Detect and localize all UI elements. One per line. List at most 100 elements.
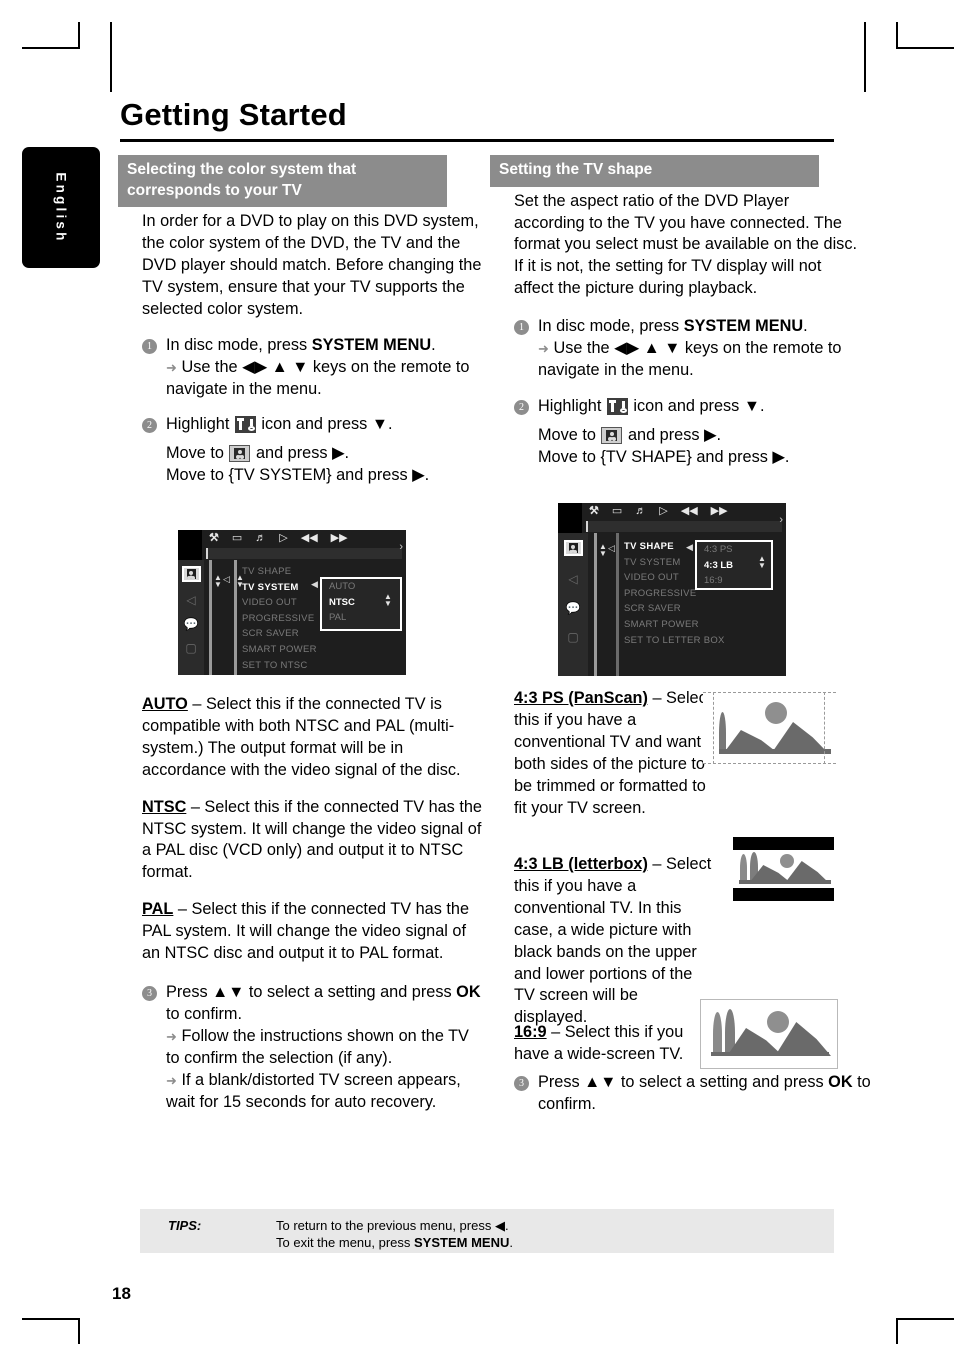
arrow-glyph: ➜ xyxy=(538,341,549,357)
audio-icon: ◁ xyxy=(568,572,578,586)
tips-bar: TIPS: To return to the previous menu, pr… xyxy=(140,1209,834,1253)
ground-icon xyxy=(739,880,831,884)
step-3-line2: Follow the instructions shown on the TV … xyxy=(166,1026,469,1067)
step-1-line2: Use the ◀▶ ▲ ▼ keys on the remote to nav… xyxy=(166,357,470,398)
left-caret-icon: ◁ xyxy=(223,574,230,584)
section-title-tv-shape: Setting the TV shape xyxy=(490,155,819,187)
osd-menu-divider xyxy=(616,533,619,676)
step-1r-line1-pre: In disc mode, press xyxy=(538,317,684,336)
osd-toolbar-icons: ⚒ ▭ ♬ ▷ ◀◀ ▶▶ xyxy=(586,503,786,520)
step-2-move2: Move to {TV SYSTEM} and press ▶. xyxy=(166,466,430,485)
osd-menu-item-set-to-ntsc[interactable]: SET TO NTSC xyxy=(242,658,317,674)
option-auto-term: AUTO xyxy=(142,695,188,713)
step-3-right: 3 Press ▲▼ to select a setting and press… xyxy=(514,1072,881,1116)
step-2-move: Move to and press ▶. Move to {TV SYSTEM}… xyxy=(166,443,485,487)
step-1r-line1: In disc mode, press SYSTEM MENU. ➜ Use t… xyxy=(538,316,857,382)
letterbox-band-top xyxy=(733,837,834,850)
option-panscan-term: 4:3 PS (PanScan) xyxy=(514,689,648,707)
osd-menu-item-scr-saver[interactable]: SCR SAVER xyxy=(624,601,725,617)
tips-system-menu: SYSTEM MENU xyxy=(414,1235,510,1250)
step-2-highlight: Highlight icon and press ▼. xyxy=(166,414,485,436)
tools-icon: ⚒ xyxy=(589,505,599,517)
osd-toolbar-spacer xyxy=(178,530,202,560)
osd-menu-item-scr-saver[interactable]: SCR SAVER xyxy=(242,626,317,642)
option-panscan-text: – Select this if you have a conventional… xyxy=(514,689,712,817)
play-icon: ▷ xyxy=(659,505,668,517)
scroll-spinner-icon: ▲ ▼ xyxy=(599,542,607,558)
color-system-intro: In order for a DVD to play on this DVD s… xyxy=(142,212,482,318)
step-number: 2 xyxy=(142,418,157,434)
osd-rail-divider xyxy=(594,533,597,676)
step-2r-move: Move to and press ▶. Move to {TV SHAPE} … xyxy=(538,425,857,469)
option-auto: AUTO – Select this if the connected TV i… xyxy=(142,694,485,782)
step-3r-ok: OK xyxy=(828,1073,853,1091)
option-pal-text: – Select this if the connected TV has th… xyxy=(142,900,470,963)
tools-icon: ⚒ xyxy=(209,532,219,544)
left-column: Selecting the color system that correspo… xyxy=(118,155,485,487)
option-pal: PAL – Select this if the connected TV ha… xyxy=(142,899,485,965)
crop-mark-tl-h xyxy=(22,47,80,49)
step-1-line1-pre: In disc mode, press xyxy=(166,335,312,354)
crop-line-right xyxy=(824,692,825,764)
option-letterbox: 4:3 LB (letterbox) – Select this if you … xyxy=(514,854,714,1029)
osd-menu-item-smart-power[interactable]: SMART POWER xyxy=(624,617,725,633)
rewind-icon: ◀◀ xyxy=(300,532,318,544)
osd-toolbar-spacer xyxy=(558,503,582,533)
option-letterbox-block: 4:3 LB (letterbox) – Select this if you … xyxy=(514,850,714,1029)
crop-mark-tr-h xyxy=(896,47,954,49)
step-3-line3: If a blank/distorted TV screen appears, … xyxy=(166,1070,461,1111)
chevron-right-icon: › xyxy=(399,541,403,553)
menu-scroll-spinner-icon: ▲ ▼ xyxy=(236,573,244,589)
panscan-scene xyxy=(703,692,836,764)
osd-menu-item-smart-power[interactable]: SMART POWER xyxy=(242,642,317,658)
step-3-ok: OK xyxy=(456,982,481,1001)
display-icon xyxy=(601,426,623,444)
forward-icon: ▶▶ xyxy=(710,505,728,517)
letterbox-scene xyxy=(733,850,834,888)
arrow-glyph: ➜ xyxy=(166,1072,177,1088)
step-3-lines: Press ▲▼ to select a setting and press O… xyxy=(166,982,485,1113)
step-1r-system-menu: SYSTEM MENU xyxy=(683,317,804,336)
popup-left-caret-icon: ◀ xyxy=(311,579,318,589)
osd-menu-item-tv-system[interactable]: TV SYSTEM xyxy=(242,580,317,596)
step-2-right: 2 Highlight icon and press ▼. Move to an… xyxy=(514,396,857,469)
step-2-left: 2 Highlight icon and press ▼. Move to an… xyxy=(142,414,485,487)
option-widescreen-term: 16:9 xyxy=(514,1023,547,1041)
osd-toolbar-subbar xyxy=(586,521,782,532)
osd-menu-item-progressive[interactable]: PROGRESSIVE xyxy=(242,611,317,627)
title-divider xyxy=(120,139,834,142)
step-2-move1-post: and press ▶. xyxy=(251,444,350,463)
left-options-list: AUTO – Select this if the connected TV i… xyxy=(142,690,485,1113)
tips-line-2: To exit the menu, press SYSTEM MENU. xyxy=(276,1235,513,1250)
audio-icon: ♬ xyxy=(635,505,647,517)
display-icon xyxy=(229,445,251,463)
tools-icon xyxy=(606,397,628,415)
osd-popup-item-169[interactable]: 16:9 xyxy=(697,573,771,589)
widescreen-scene xyxy=(701,1000,837,1068)
step-1-line1-post: . xyxy=(431,335,436,354)
language-tab-label: English xyxy=(53,171,69,244)
audio-icon: ♬ xyxy=(255,532,267,544)
step-number: 1 xyxy=(142,338,157,354)
language-tab: English xyxy=(22,147,100,268)
crop-mark-tr-v xyxy=(896,22,898,48)
osd-tv-shape-screenshot: ⚒ ▭ ♬ ▷ ◀◀ ▶▶ › ◁ 💬 ▢ ▲ ▼ ◁ TV SHAPE TV S… xyxy=(558,503,786,676)
tools-icon xyxy=(234,416,256,434)
osd-popup-item-pal[interactable]: PAL xyxy=(322,610,400,626)
tips-line-2-pre: To exit the menu, press xyxy=(276,1235,415,1250)
ground-icon xyxy=(711,1052,829,1056)
osd-menu-item-tv-shape[interactable]: TV SHAPE xyxy=(242,564,317,580)
option-ntsc-term: NTSC xyxy=(142,797,187,816)
scroll-spinner-icon: ▲ ▼ xyxy=(214,573,222,589)
step-number: 2 xyxy=(514,399,529,415)
osd-menu-item-set-to-letter-box[interactable]: SET TO LETTER BOX xyxy=(624,633,725,649)
osd-category-rail: ◁ 💬 ▢ xyxy=(178,560,204,675)
option-panscan-block: 4:3 PS (PanScan) – Select this if you ha… xyxy=(514,684,714,819)
preferences-icon: ▢ xyxy=(185,641,197,655)
crop-mark-bl-v xyxy=(78,1318,80,1344)
tree-left-icon xyxy=(719,712,726,754)
osd-menu-item-video-out[interactable]: VIDEO OUT xyxy=(242,595,317,611)
osd-tv-system-screenshot: ⚒ ▭ ♬ ▷ ◀◀ ▶▶ › ◁ 💬 ▢ ▲ ▼ ◁ TV SHAPE TV S… xyxy=(178,530,406,675)
rewind-icon: ◀◀ xyxy=(680,505,698,517)
crop-mark-bl-h xyxy=(22,1318,80,1320)
